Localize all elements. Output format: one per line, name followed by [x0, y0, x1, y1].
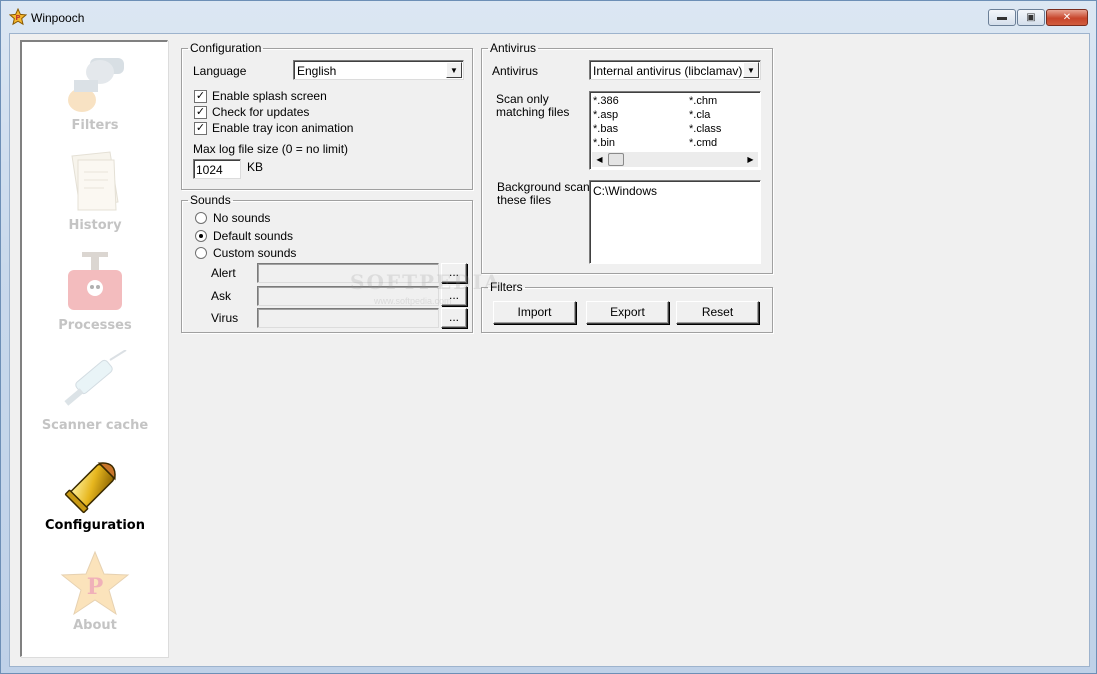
- checkbox-check-icon[interactable]: ✓: [194, 89, 207, 103]
- minimize-icon: ▬: [997, 12, 1007, 23]
- language-value: English: [297, 64, 337, 78]
- background-scan-label-line1: Background scan: [497, 180, 590, 194]
- list-item[interactable]: *.cla: [689, 109, 710, 121]
- sidebar-item-filters[interactable]: Filters: [22, 44, 168, 144]
- alert-label: Alert: [211, 266, 236, 280]
- checkbox-label: Check for updates: [212, 105, 310, 119]
- chevron-down-icon[interactable]: ▼: [446, 62, 462, 78]
- virus-browse-button[interactable]: ...: [441, 308, 467, 328]
- dynamite-icon: [68, 252, 122, 310]
- sidebar-item-label: History: [68, 218, 122, 233]
- star-app-icon: P: [9, 8, 27, 26]
- list-item[interactable]: *.class: [689, 123, 721, 135]
- scroll-thumb[interactable]: [608, 153, 624, 166]
- radio-label: Default sounds: [213, 229, 294, 243]
- max-log-unit: KB: [247, 160, 264, 174]
- radio-label: Custom sounds: [213, 246, 297, 260]
- client-area: Filters History Processes Scanner cache …: [9, 33, 1090, 667]
- checkbox-label: Enable tray icon animation: [212, 121, 354, 135]
- checkbox-check-icon[interactable]: ✓: [194, 105, 207, 119]
- export-button[interactable]: Export: [586, 301, 669, 324]
- svg-text:P: P: [15, 14, 20, 22]
- minimize-button[interactable]: ▬: [988, 9, 1016, 26]
- radio-dot-icon[interactable]: [195, 230, 207, 242]
- star-icon: P: [60, 550, 130, 616]
- virus-label: Virus: [211, 311, 239, 325]
- sidebar-item-scanner-cache[interactable]: Scanner cache: [22, 344, 168, 444]
- background-scan-textarea[interactable]: C:\Windows: [589, 180, 761, 264]
- sounds-legend: Sounds: [190, 193, 231, 207]
- radio-label: No sounds: [213, 211, 271, 225]
- sidebar-item-label: Scanner cache: [41, 418, 149, 433]
- check-updates-checkbox[interactable]: ✓ Check for updates: [194, 105, 309, 119]
- default-sounds-radio[interactable]: Default sounds: [195, 229, 293, 243]
- watermark-text: SOFTPEDIA: [350, 270, 502, 294]
- app-window: P Winpooch ▬ ▣ ✕ Filters History Process…: [0, 0, 1097, 674]
- list-item[interactable]: *.bas: [593, 123, 618, 135]
- configuration-legend: Configuration: [190, 41, 262, 55]
- list-item[interactable]: *.bin: [593, 137, 615, 149]
- syringe-icon: [64, 350, 127, 406]
- no-sounds-radio[interactable]: No sounds: [195, 211, 270, 225]
- antivirus-select[interactable]: Internal antivirus (libclamav) ▼: [589, 60, 761, 80]
- max-log-value: 1024: [196, 163, 223, 177]
- window-controls: ▬ ▣ ✕: [988, 9, 1088, 26]
- enable-splash-checkbox[interactable]: ✓ Enable splash screen: [194, 89, 327, 103]
- tray-animation-checkbox[interactable]: ✓ Enable tray icon animation: [194, 121, 353, 135]
- maximize-button[interactable]: ▣: [1017, 9, 1045, 26]
- background-scan-label-line2: these files: [497, 193, 552, 207]
- background-scan-value: C:\Windows: [593, 184, 658, 198]
- svg-text:P: P: [87, 574, 104, 600]
- language-label: Language: [193, 64, 247, 78]
- extensions-list[interactable]: *.386 *.asp *.bas *.bin *.chm *.cla *.cl…: [589, 91, 761, 170]
- scan-label-line1: Scan only: [496, 92, 549, 106]
- custom-sounds-radio[interactable]: Custom sounds: [195, 246, 296, 260]
- chevron-down-icon[interactable]: ▼: [743, 62, 759, 78]
- radio-dot-icon[interactable]: [195, 212, 207, 224]
- window-title: Winpooch: [31, 11, 85, 25]
- sidebar-item-label: Configuration: [45, 518, 145, 533]
- list-item[interactable]: *.asp: [593, 109, 618, 121]
- bullet-icon: [64, 462, 116, 514]
- sidebar-item-configuration[interactable]: Configuration: [22, 444, 168, 544]
- antivirus-label: Antivirus: [492, 64, 539, 78]
- horizontal-scrollbar[interactable]: ◀ ▶: [592, 152, 758, 167]
- radio-dot-icon[interactable]: [195, 247, 207, 259]
- sidebar-item-label: Filters: [71, 118, 119, 133]
- reset-button[interactable]: Reset: [676, 301, 759, 324]
- checkbox-label: Enable splash screen: [212, 89, 327, 103]
- scroll-left-icon[interactable]: ◀: [592, 152, 607, 167]
- sidebar-item-label: About: [73, 618, 117, 633]
- watermark-subtext: www.softpedia.com: [374, 296, 452, 306]
- close-icon: ✕: [1062, 12, 1072, 23]
- max-log-label: Max log file size (0 = no limit): [193, 142, 349, 156]
- list-item[interactable]: *.chm: [689, 95, 717, 107]
- scroll-right-icon[interactable]: ▶: [743, 152, 758, 167]
- checkbox-check-icon[interactable]: ✓: [194, 121, 207, 135]
- papers-icon: [71, 151, 119, 211]
- sidebar-item-label: Processes: [58, 318, 132, 333]
- virus-sound-input[interactable]: [257, 308, 439, 328]
- language-select[interactable]: English ▼: [293, 60, 464, 80]
- sidebar: Filters History Processes Scanner cache …: [20, 40, 168, 657]
- list-item[interactable]: *.cmd: [689, 137, 717, 149]
- max-log-input[interactable]: 1024: [193, 159, 241, 179]
- ask-label: Ask: [211, 289, 232, 303]
- sidebar-item-about[interactable]: P About: [22, 544, 168, 644]
- maximize-icon: ▣: [1026, 12, 1036, 23]
- list-item[interactable]: *.386: [593, 95, 619, 107]
- antivirus-legend: Antivirus: [490, 41, 537, 55]
- scan-label-line2: matching files: [496, 105, 570, 119]
- gun-icon: [68, 58, 124, 112]
- title-bar[interactable]: P Winpooch ▬ ▣ ✕: [1, 1, 1096, 33]
- antivirus-value: Internal antivirus (libclamav): [593, 64, 743, 78]
- import-button[interactable]: Import: [493, 301, 576, 324]
- close-button[interactable]: ✕: [1046, 9, 1088, 26]
- sidebar-item-processes[interactable]: Processes: [22, 244, 168, 344]
- sidebar-item-history[interactable]: History: [22, 144, 168, 244]
